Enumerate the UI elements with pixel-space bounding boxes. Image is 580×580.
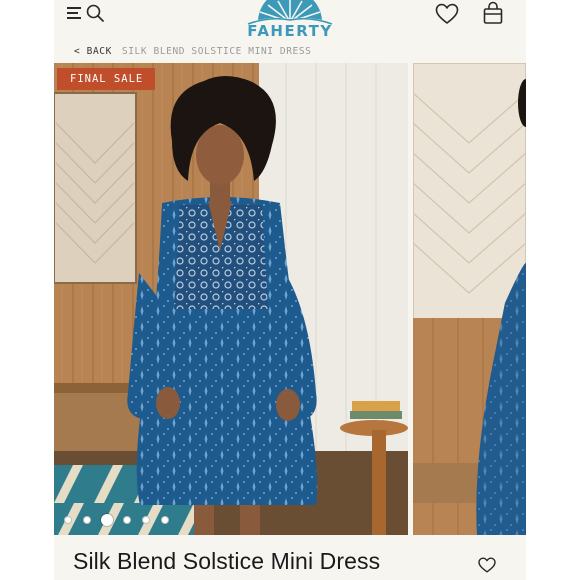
product-photo[interactable]: FINAL SALE [54,63,408,535]
carousel-dot[interactable] [123,516,131,524]
model-photo-illustration [54,63,408,535]
product-title: Silk Blend Solstice Mini Dress [73,548,381,574]
carousel-dot-active[interactable] [101,514,113,526]
carousel-dot[interactable] [64,516,72,524]
product-page: FAHERTY < BACK SILK BLEND SOLSTICE MINI D… [54,0,526,580]
product-gallery[interactable]: FINAL SALE [54,63,526,535]
brand-wordmark: FAHERTY [247,22,333,40]
carousel-dot[interactable] [161,516,169,524]
wishlist-heart-icon[interactable] [478,557,496,573]
next-product-photo[interactable] [413,63,526,535]
shopping-bag-icon[interactable] [482,1,504,25]
brand-logo[interactable]: FAHERTY [244,0,336,44]
carousel-dot[interactable] [142,516,150,524]
menu-icon[interactable] [67,5,85,21]
heart-icon[interactable] [435,3,459,25]
carousel-dot[interactable] [83,516,91,524]
breadcrumb: < BACK SILK BLEND SOLSTICE MINI DRESS [74,46,312,57]
back-link[interactable]: < BACK [74,46,112,57]
final-sale-badge: FINAL SALE [57,68,156,90]
search-icon[interactable] [86,4,104,22]
breadcrumb-current: SILK BLEND SOLSTICE MINI DRESS [121,46,312,57]
next-photo-illustration [413,63,526,535]
